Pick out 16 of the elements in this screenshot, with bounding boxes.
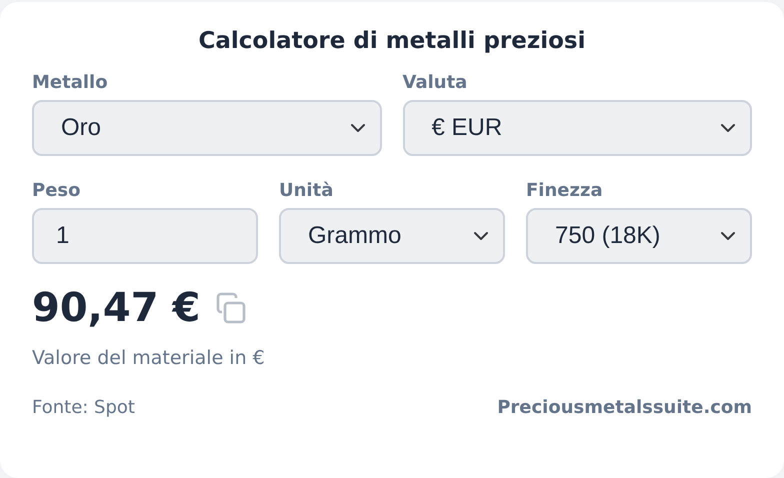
field-label: Valuta xyxy=(402,72,468,94)
field-label: Unità xyxy=(279,180,334,202)
source-text: Fonte: Spot xyxy=(32,396,135,420)
site-link[interactable]: Preciousmetalssuite.com xyxy=(497,394,752,422)
input-field[interactable]: 1 xyxy=(32,208,258,264)
field-label: Peso xyxy=(32,180,82,202)
field-label: Finezza xyxy=(526,180,604,202)
result-value: 90,47 € xyxy=(32,288,200,328)
dropdown-field[interactable]: € EUR xyxy=(402,100,752,156)
copy-icon[interactable] xyxy=(216,292,246,324)
result-caption: Valore del materiale in € xyxy=(32,346,266,371)
field-label: Metallo xyxy=(32,72,109,94)
calculator-title: Calcolatore di metalli preziosi xyxy=(197,28,586,56)
dropdown-field[interactable]: 750 (18K) xyxy=(526,208,752,264)
dropdown-field[interactable]: Grammo xyxy=(279,208,505,264)
dropdown-field[interactable]: Oro xyxy=(32,100,382,156)
